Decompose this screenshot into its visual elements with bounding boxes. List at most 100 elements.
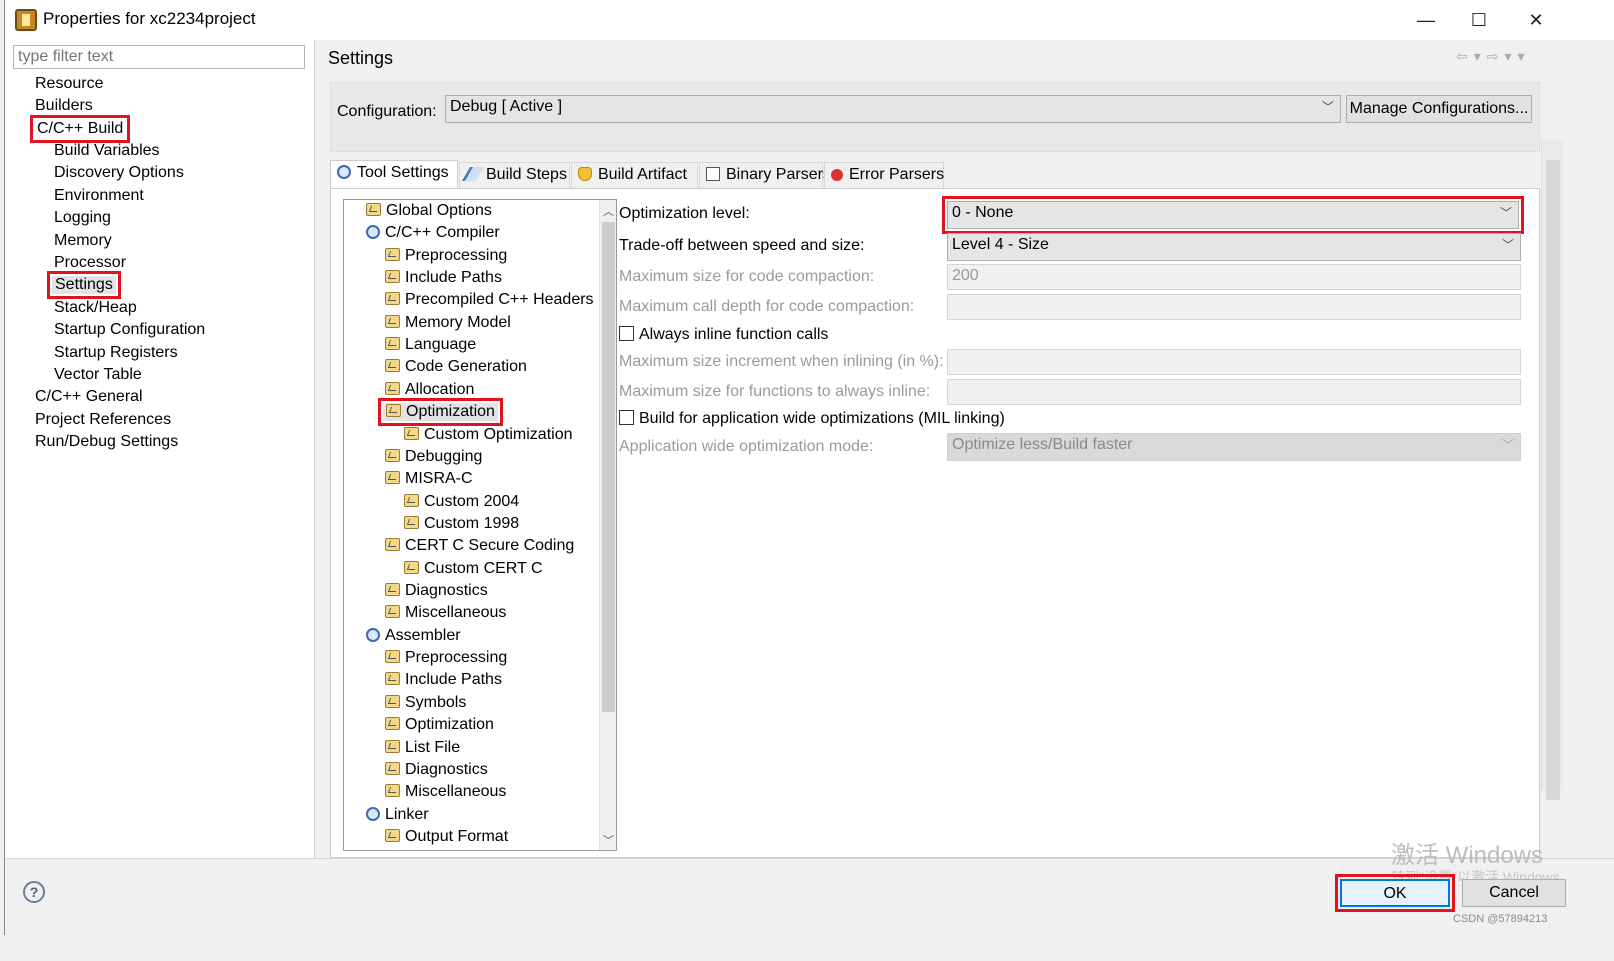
ok-button[interactable]: OK	[1335, 874, 1455, 912]
tree-item-preprocessing[interactable]: Preprocessing	[385, 247, 507, 265]
configuration-select[interactable]: Debug [ Active ] ﹀	[445, 95, 1341, 123]
nav-item-resource[interactable]: Resource	[35, 75, 103, 93]
history-nav-icons[interactable]: ⇦▾⇨▾▾	[1456, 48, 1531, 65]
tree-item-custom-1998[interactable]: Custom 1998	[404, 515, 519, 533]
tree-item-asm-diagnostics[interactable]: Diagnostics	[385, 761, 488, 779]
tool-tree: Global Options C/C++ Compiler Preprocess…	[343, 199, 617, 851]
tree-scrollbar[interactable]: ︿ ﹀	[599, 200, 616, 850]
page-scrollbar[interactable]	[1541, 140, 1563, 800]
tree-item-global-options[interactable]: Global Options	[366, 202, 492, 220]
tree-item-diagnostics[interactable]: Diagnostics	[385, 582, 488, 600]
nav-item-project-references[interactable]: Project References	[35, 411, 171, 429]
tab-label: Tool Settings	[357, 164, 449, 181]
tree-item-cpp-compiler[interactable]: C/C++ Compiler	[366, 224, 500, 242]
tree-item-asm-list-file[interactable]: List File	[385, 739, 460, 757]
nav-item-stack-heap[interactable]: Stack/Heap	[54, 299, 137, 317]
scroll-up-icon[interactable]: ︿	[603, 203, 614, 219]
tree-item-output-format[interactable]: Output Format	[385, 828, 508, 846]
page-title: Settings	[328, 48, 394, 68]
tree-item-code-generation[interactable]: Code Generation	[385, 358, 527, 376]
tool-icon	[366, 807, 380, 821]
nav-item-run-debug-settings[interactable]: Run/Debug Settings	[35, 433, 178, 451]
max-inline-functions-label: Maximum size for functions to always inl…	[619, 383, 931, 400]
nav-item-vector-table[interactable]: Vector Table	[54, 366, 142, 384]
tradeoff-select[interactable]: Level 4 - Size ﹀	[947, 233, 1521, 261]
manage-configurations-button[interactable]: Manage Configurations...	[1346, 95, 1532, 123]
tree-item-asm-include-paths[interactable]: Include Paths	[385, 671, 502, 689]
tree-item-cert-c[interactable]: CERT C Secure Coding	[385, 537, 574, 555]
nav-item-build-variables[interactable]: Build Variables	[54, 142, 160, 160]
max-code-compaction-label: Maximum size for code compaction:	[619, 268, 875, 285]
nav-item-environment[interactable]: Environment	[54, 187, 144, 205]
tree-item-custom-2004[interactable]: Custom 2004	[404, 493, 519, 511]
folder-icon	[385, 650, 400, 663]
max-inline-increment-field[interactable]	[947, 349, 1521, 375]
tree-item-linker[interactable]: Linker	[366, 806, 429, 824]
tree-item-asm-miscellaneous[interactable]: Miscellaneous	[385, 783, 506, 801]
scroll-thumb[interactable]	[1546, 160, 1560, 800]
always-inline-checkbox[interactable]: Always inline function calls	[619, 326, 828, 344]
cancel-button[interactable]: Cancel	[1462, 879, 1566, 907]
scroll-thumb[interactable]	[602, 222, 615, 712]
tree-item-memory-model[interactable]: Memory Model	[385, 314, 511, 332]
tree-item-miscellaneous[interactable]: Miscellaneous	[385, 604, 506, 622]
tab-build-artifact[interactable]: Build Artifact	[571, 162, 698, 188]
app-mode-select[interactable]: Optimize less/Build faster ﹀	[947, 433, 1521, 461]
close-button[interactable]: ✕	[1513, 6, 1559, 34]
tree-item-custom-optimization[interactable]: Custom Optimization	[404, 426, 573, 444]
nav-item-memory[interactable]: Memory	[54, 232, 112, 250]
tree-item-asm-preprocessing[interactable]: Preprocessing	[385, 649, 507, 667]
max-inline-functions-field[interactable]	[947, 379, 1521, 405]
scroll-down-icon[interactable]: ﹀	[603, 832, 614, 848]
tree-item-asm-symbols[interactable]: Symbols	[385, 694, 466, 712]
nav-item-startup-configuration[interactable]: Startup Configuration	[54, 321, 205, 339]
minimize-button[interactable]: —	[1403, 6, 1449, 34]
folder-icon	[385, 605, 400, 618]
folder-icon	[404, 427, 419, 440]
folder-icon	[385, 829, 400, 842]
filter-input[interactable]	[13, 45, 305, 69]
configuration-bar: Configuration: Debug [ Active ] ﹀ Manage…	[330, 82, 1540, 152]
tree-item-allocation[interactable]: Allocation	[385, 381, 474, 399]
tab-label: Build Artifact	[598, 166, 687, 183]
tree-item-optimization[interactable]: Optimization	[378, 398, 503, 426]
tree-item-custom-cert-c[interactable]: Custom CERT C	[404, 560, 543, 578]
optimization-level-select[interactable]: 0 - None ﹀	[942, 196, 1524, 234]
nav-item-builders[interactable]: Builders	[35, 97, 93, 115]
checkbox-icon[interactable]	[619, 326, 634, 341]
nav-item-settings[interactable]: Settings	[47, 271, 121, 299]
folder-icon	[385, 382, 400, 395]
help-icon[interactable]: ?	[23, 881, 45, 903]
tree-item-include-paths[interactable]: Include Paths	[385, 269, 502, 287]
tool-icon	[366, 225, 380, 239]
tree-item-debugging[interactable]: Debugging	[385, 448, 482, 466]
maximize-button[interactable]: ☐	[1456, 6, 1502, 34]
nav-item-startup-registers[interactable]: Startup Registers	[54, 344, 178, 362]
tab-tool-settings[interactable]: Tool Settings	[330, 160, 458, 188]
tab-error-parsers[interactable]: Error Parsers	[824, 162, 944, 188]
tree-item-assembler[interactable]: Assembler	[366, 627, 461, 645]
tab-binary-parsers[interactable]: Binary Parsers	[699, 162, 831, 188]
max-call-depth-label: Maximum call depth for code compaction:	[619, 298, 915, 315]
tab-label: Build Steps	[486, 166, 567, 183]
tree-item-misra-c[interactable]: MISRA-C	[385, 470, 473, 488]
tab-build-steps[interactable]: Build Steps	[459, 162, 570, 188]
nav-item-cpp-build[interactable]: C/C++ Build	[29, 115, 131, 143]
nav-item-processor[interactable]: Processor	[54, 254, 126, 272]
checkbox-icon[interactable]	[619, 410, 634, 425]
mil-linking-label: Build for application wide optimizations…	[639, 410, 1005, 427]
tree-item-language[interactable]: Language	[385, 336, 476, 354]
folder-icon	[404, 494, 419, 507]
optimization-level-value: 0 - None	[952, 204, 1014, 221]
mil-linking-checkbox[interactable]: Build for application wide optimizations…	[619, 410, 1005, 428]
app-mode-value: Optimize less/Build faster	[952, 436, 1133, 453]
nav-item-discovery-options[interactable]: Discovery Options	[54, 164, 184, 182]
tradeoff-value: Level 4 - Size	[952, 236, 1049, 253]
max-call-depth-field[interactable]	[947, 294, 1521, 320]
max-code-compaction-field[interactable]: 200	[947, 264, 1521, 290]
csdn-watermark: CSDN @57894213	[1453, 913, 1548, 925]
tree-item-precompiled-headers[interactable]: Precompiled C++ Headers	[385, 291, 594, 309]
tree-item-asm-optimization[interactable]: Optimization	[385, 716, 494, 734]
nav-item-cpp-general[interactable]: C/C++ General	[35, 388, 143, 406]
nav-item-logging[interactable]: Logging	[54, 209, 111, 227]
